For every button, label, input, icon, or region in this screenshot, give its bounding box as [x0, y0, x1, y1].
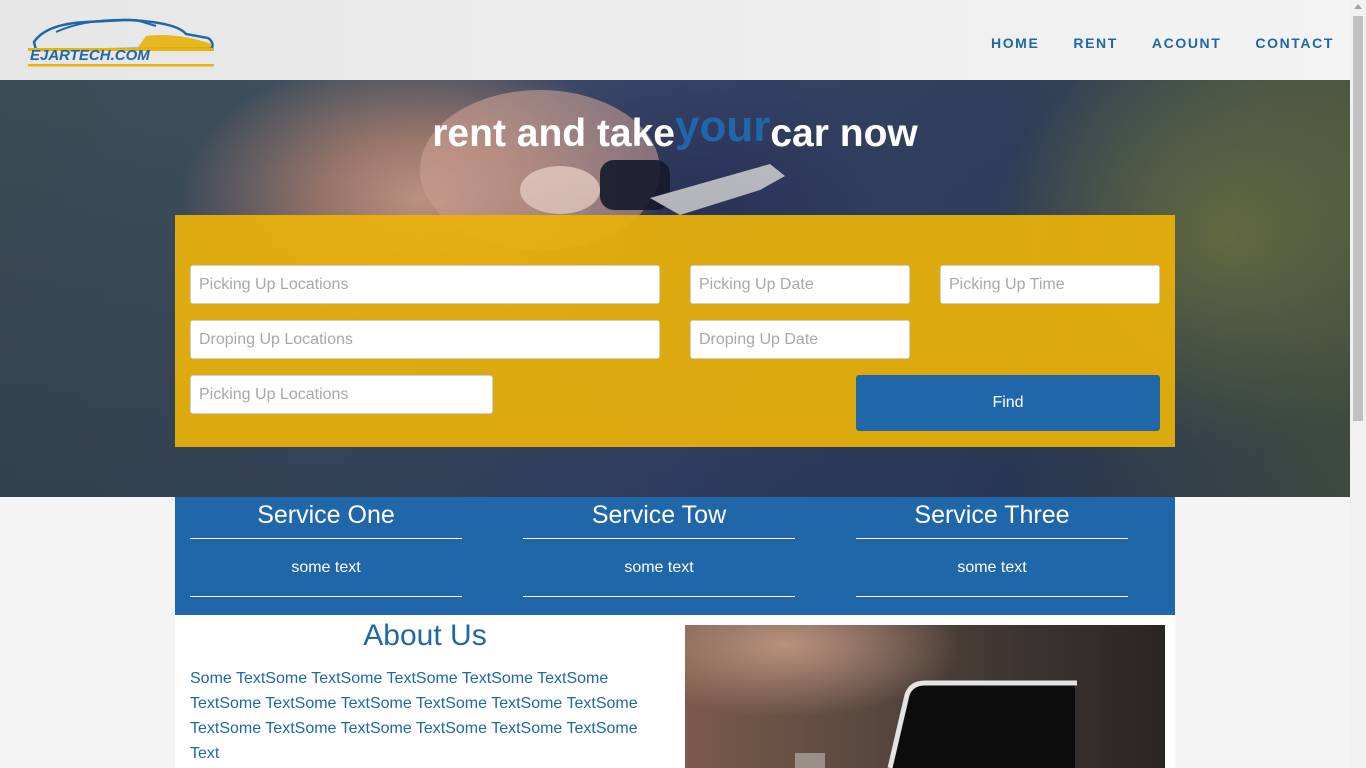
page-scrollbar[interactable]: [1350, 0, 1366, 768]
hero-title-before: rent and take: [432, 112, 675, 155]
pickup-location-input[interactable]: [190, 265, 660, 304]
site-header: EJARTECH.COM HOME RENT ACOUNT CONTACT: [0, 0, 1350, 80]
laptop-image: [685, 625, 1165, 768]
service-title: Service One: [190, 497, 462, 539]
extra-location-input[interactable]: [190, 375, 493, 414]
laptop-icon: [795, 680, 1077, 768]
nav-contact[interactable]: CONTACT: [1255, 35, 1334, 51]
service-text: some text: [856, 539, 1128, 597]
pickup-time-input[interactable]: [940, 265, 1160, 304]
service-title: Service Tow: [523, 497, 795, 539]
main-nav: HOME RENT ACOUNT CONTACT: [957, 35, 1334, 51]
logo-text: EJARTECH.COM: [30, 47, 150, 64]
service-title: Service Three: [856, 497, 1128, 539]
nav-rent[interactable]: RENT: [1073, 35, 1118, 51]
about-text: Some TextSome TextSome TextSome TextSome…: [190, 670, 638, 762]
nav-account[interactable]: ACOUNT: [1152, 35, 1221, 51]
pickup-date-input[interactable]: [690, 265, 910, 304]
service-card: Service Three some text: [856, 497, 1128, 597]
dropoff-date-input[interactable]: [690, 320, 910, 359]
nav-home[interactable]: HOME: [991, 35, 1039, 51]
car-search-form: Find: [175, 215, 1175, 447]
service-card: Service One some text: [190, 497, 462, 597]
hero-title-after: car now: [770, 112, 918, 155]
scroll-up-icon[interactable]: [1354, 4, 1362, 9]
find-button[interactable]: Find: [856, 375, 1160, 431]
service-card: Service Tow some text: [523, 497, 795, 597]
services-section: Service One some text Service Tow some t…: [175, 497, 1175, 615]
hero-title-accent: your: [675, 102, 771, 151]
hero-title: rent and takeyourcar now: [0, 102, 1350, 159]
about-section: About Us Some TextSome TextSome TextSome…: [175, 615, 1175, 768]
dropoff-location-input[interactable]: [190, 320, 660, 359]
about-title: About Us: [363, 619, 487, 652]
car-logo-icon: EJARTECH.COM: [28, 18, 214, 67]
service-text: some text: [190, 539, 462, 597]
scrollbar-thumb[interactable]: [1353, 16, 1363, 421]
ejartech-logo[interactable]: EJARTECH.COM: [26, 14, 216, 68]
service-text: some text: [523, 539, 795, 597]
